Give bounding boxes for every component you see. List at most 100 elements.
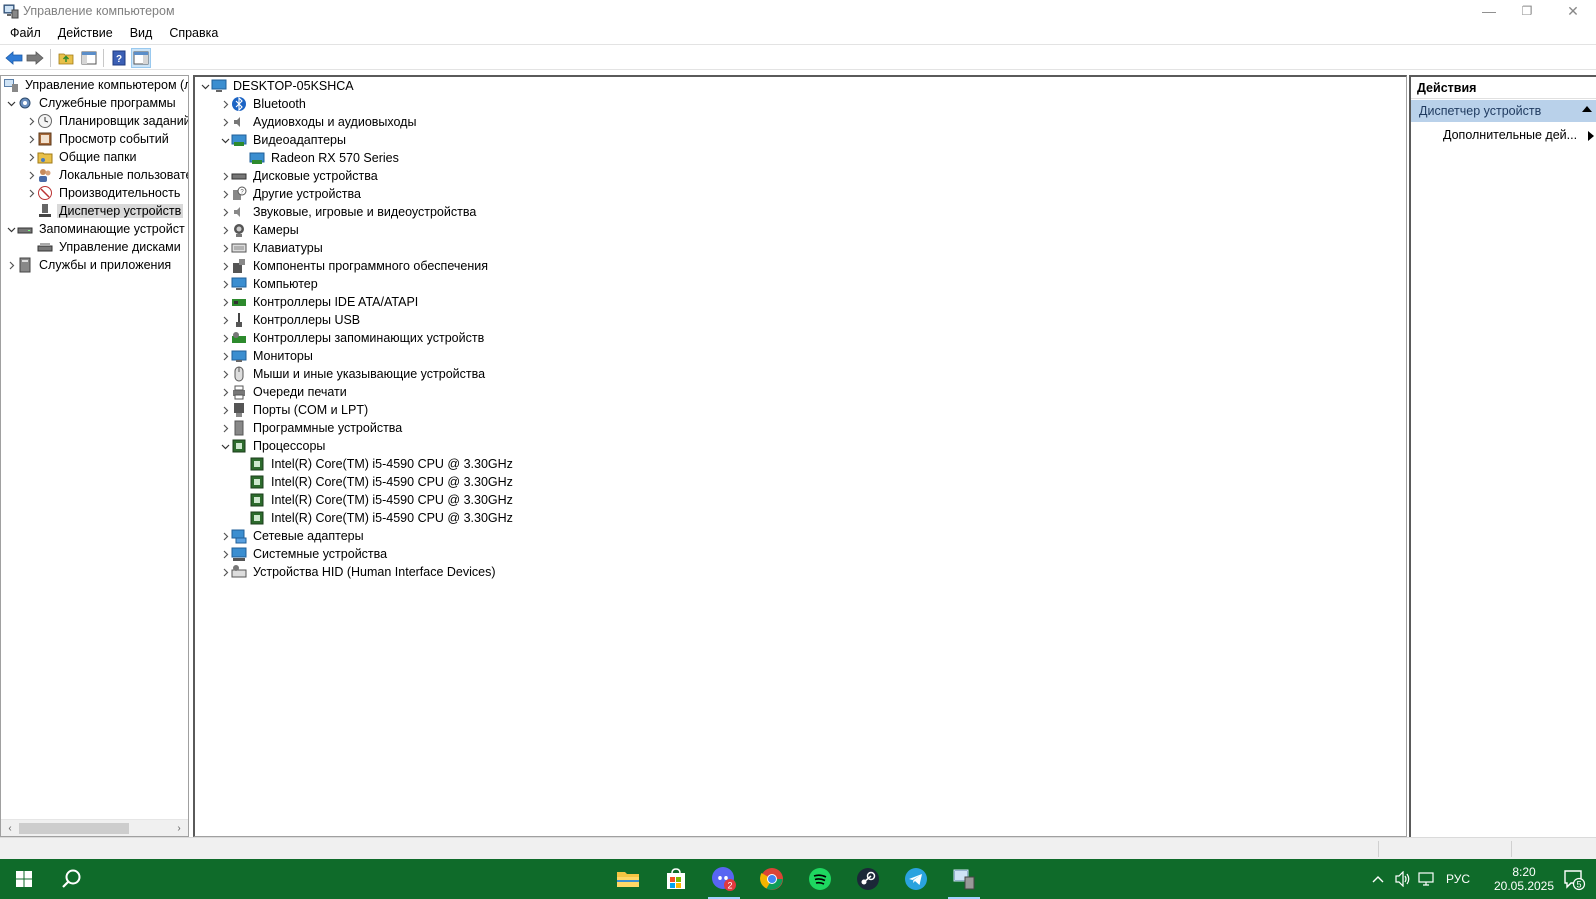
- device-category[interactable]: Клавиатуры: [219, 239, 325, 257]
- up-level-button[interactable]: [56, 48, 76, 68]
- action-center-button[interactable]: 5: [1556, 859, 1592, 899]
- menu-file[interactable]: Файл: [0, 26, 48, 40]
- chevron-right-icon[interactable]: [219, 545, 231, 563]
- device-category[interactable]: Мониторы: [219, 347, 315, 365]
- chevron-right-icon[interactable]: [219, 563, 231, 581]
- input-language-button[interactable]: РУС: [1440, 859, 1476, 899]
- chevron-right-icon[interactable]: [25, 166, 37, 184]
- device-category[interactable]: Компьютер: [219, 275, 320, 293]
- restore-button[interactable]: ❐: [1504, 0, 1550, 22]
- chevron-right-icon[interactable]: [219, 293, 231, 311]
- chevron-right-icon[interactable]: [219, 347, 231, 365]
- device-category[interactable]: Камеры: [219, 221, 301, 239]
- tree-item-event-viewer[interactable]: Просмотр событий: [25, 130, 171, 148]
- chevron-right-icon[interactable]: [219, 95, 231, 113]
- chevron-right-icon[interactable]: [219, 203, 231, 221]
- show-hidden-icons-button[interactable]: [1368, 859, 1388, 899]
- device-category[interactable]: Контроллеры запоминающих устройств: [219, 329, 486, 347]
- chevron-right-icon[interactable]: [219, 275, 231, 293]
- device-category[interactable]: Видеоадаптеры: [219, 131, 348, 149]
- chevron-right-icon[interactable]: [219, 311, 231, 329]
- tree-item-task-scheduler[interactable]: Планировщик заданий: [25, 112, 188, 130]
- tree-group-storage[interactable]: Запоминающие устройст: [5, 220, 187, 238]
- chevron-right-icon[interactable]: [25, 148, 37, 166]
- forward-button[interactable]: [25, 48, 45, 68]
- volume-button[interactable]: [1392, 859, 1414, 899]
- device-category[interactable]: Мыши и иные указывающие устройства: [219, 365, 487, 383]
- chevron-right-icon[interactable]: [25, 184, 37, 202]
- device-tree-root[interactable]: DESKTOP-05KSHCA: [199, 77, 356, 95]
- device-item[interactable]: Intel(R) Core(TM) i5-4590 CPU @ 3.30GHz: [237, 509, 515, 527]
- device-category[interactable]: ? Другие устройства: [219, 185, 363, 203]
- device-category[interactable]: Компоненты программного обеспечения: [219, 257, 490, 275]
- device-category[interactable]: Порты (COM и LPT): [219, 401, 370, 419]
- chevron-down-icon[interactable]: [5, 220, 17, 238]
- chevron-right-icon[interactable]: [25, 112, 37, 130]
- menu-view[interactable]: Вид: [120, 26, 160, 40]
- chevron-right-icon[interactable]: [219, 257, 231, 275]
- chevron-right-icon[interactable]: [219, 239, 231, 257]
- chevron-right-icon[interactable]: [219, 113, 231, 131]
- device-category[interactable]: Устройства HID (Human Interface Devices): [219, 563, 498, 581]
- chevron-right-icon[interactable]: [219, 365, 231, 383]
- tree-item-performance[interactable]: Производительность: [25, 184, 182, 202]
- more-actions-item[interactable]: Дополнительные дей...: [1443, 128, 1596, 148]
- tree-item-device-manager[interactable]: Диспетчер устройств: [25, 202, 184, 220]
- back-button[interactable]: [4, 48, 24, 68]
- show-hide-console-tree-button[interactable]: [79, 48, 99, 68]
- tree-item-disk-management[interactable]: Управление дисками: [25, 238, 183, 256]
- chevron-right-icon[interactable]: [219, 185, 231, 203]
- chevron-down-icon[interactable]: [219, 131, 231, 149]
- device-item[interactable]: Intel(R) Core(TM) i5-4590 CPU @ 3.30GHz: [237, 491, 515, 509]
- device-category[interactable]: Системные устройства: [219, 545, 389, 563]
- scrollbar-thumb[interactable]: [19, 823, 129, 834]
- taskbar-file-explorer[interactable]: [604, 859, 652, 899]
- tree-item-local-users[interactable]: Локальные пользовате: [25, 166, 188, 184]
- collapse-up-icon[interactable]: [1582, 106, 1592, 112]
- close-button[interactable]: ✕: [1550, 0, 1596, 22]
- tree-root[interactable]: Управление компьютером (л: [3, 76, 188, 94]
- chevron-down-icon[interactable]: [219, 437, 231, 455]
- taskbar-discord[interactable]: 2: [700, 859, 748, 899]
- device-item[interactable]: Radeon RX 570 Series: [237, 149, 401, 167]
- search-button[interactable]: [48, 859, 96, 899]
- device-category[interactable]: Звуковые, игровые и видеоустройства: [219, 203, 478, 221]
- chevron-right-icon[interactable]: [219, 329, 231, 347]
- chevron-down-icon[interactable]: [5, 94, 17, 112]
- clock[interactable]: 8:20 20.05.2025: [1486, 859, 1562, 899]
- horizontal-scrollbar[interactable]: ‹ ›: [1, 819, 188, 836]
- taskbar-telegram[interactable]: [892, 859, 940, 899]
- device-category[interactable]: Процессоры: [219, 437, 327, 455]
- network-button[interactable]: [1416, 859, 1438, 899]
- chevron-right-icon[interactable]: [219, 383, 231, 401]
- tree-item-shared-folders[interactable]: Общие папки: [25, 148, 139, 166]
- device-item[interactable]: Intel(R) Core(TM) i5-4590 CPU @ 3.30GHz: [237, 455, 515, 473]
- device-category[interactable]: Контроллеры IDE ATA/ATAPI: [219, 293, 420, 311]
- device-category[interactable]: Очереди печати: [219, 383, 349, 401]
- taskbar-chrome[interactable]: [748, 859, 796, 899]
- tree-group-system-tools[interactable]: Служебные программы: [5, 94, 178, 112]
- device-category[interactable]: Bluetooth: [219, 95, 308, 113]
- scroll-left-arrow-icon[interactable]: ‹: [3, 822, 17, 835]
- taskbar-spotify[interactable]: [796, 859, 844, 899]
- menu-help[interactable]: Справка: [159, 26, 225, 40]
- chevron-right-icon[interactable]: [219, 419, 231, 437]
- chevron-right-icon[interactable]: [219, 527, 231, 545]
- taskbar-store[interactable]: [652, 859, 700, 899]
- chevron-right-icon[interactable]: [219, 401, 231, 419]
- actions-section-device-manager[interactable]: Диспетчер устройств: [1411, 100, 1596, 122]
- menu-action[interactable]: Действие: [48, 26, 120, 40]
- show-action-pane-button[interactable]: [131, 48, 151, 68]
- chevron-right-icon[interactable]: [25, 130, 37, 148]
- device-category[interactable]: Программные устройства: [219, 419, 404, 437]
- device-category[interactable]: Дисковые устройства: [219, 167, 380, 185]
- device-category[interactable]: Контроллеры USB: [219, 311, 362, 329]
- help-button[interactable]: ?: [109, 48, 129, 68]
- chevron-right-icon[interactable]: [219, 167, 231, 185]
- chevron-down-icon[interactable]: [199, 77, 211, 95]
- start-button[interactable]: [0, 859, 48, 899]
- device-item[interactable]: Intel(R) Core(TM) i5-4590 CPU @ 3.30GHz: [237, 473, 515, 491]
- chevron-right-icon[interactable]: [219, 221, 231, 239]
- tree-group-services-apps[interactable]: Службы и приложения: [5, 256, 173, 274]
- taskbar-steam[interactable]: [844, 859, 892, 899]
